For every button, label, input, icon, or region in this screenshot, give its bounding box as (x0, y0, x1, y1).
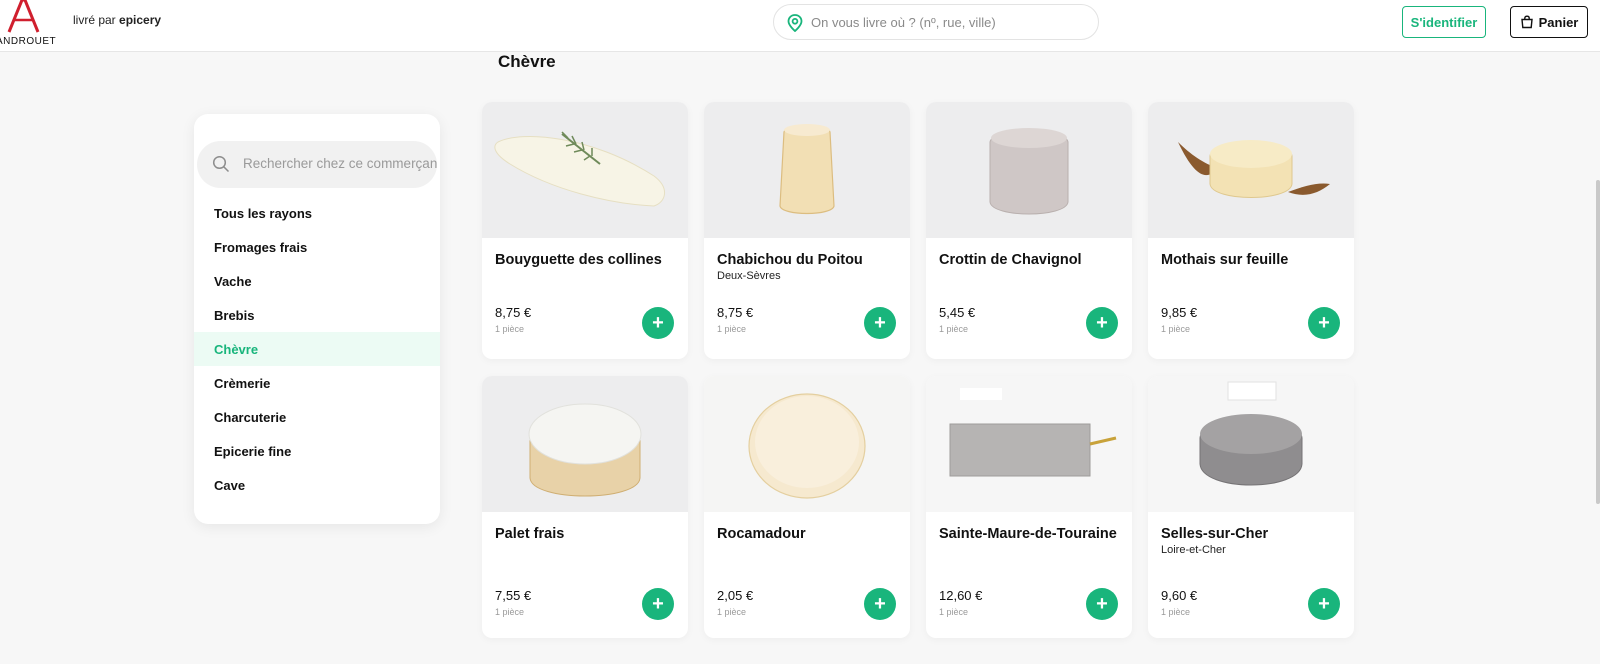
product-unit: 1 pièce (717, 607, 747, 617)
product-card[interactable]: Selles-sur-Cher Loire-et-Cher 9,60 € 1 p… (1148, 376, 1354, 638)
product-image[interactable] (926, 376, 1132, 512)
product-card[interactable]: Mothais sur feuille 9,85 € 1 pièce + (1148, 102, 1354, 359)
product-unit: 1 pièce (495, 607, 525, 617)
cart-label: Panier (1538, 14, 1579, 30)
add-to-cart-button[interactable]: + (864, 588, 896, 620)
shop-search-input[interactable]: Rechercher chez ce commerçant (197, 141, 437, 188)
delivery-tagline: livré par epicery (73, 13, 161, 27)
product-name[interactable]: Mothais sur feuille (1161, 248, 1341, 272)
add-to-cart-button[interactable]: + (642, 307, 674, 339)
category-sidebar: Rechercher chez ce commerçant Tous les r… (194, 114, 440, 524)
product-price: 9,85 € (1161, 305, 1198, 320)
page-scrollbar[interactable] (1596, 180, 1600, 504)
product-price: 8,75 € (495, 305, 532, 320)
product-origin: Loire-et-Cher (1161, 544, 1226, 556)
product-price: 5,45 € (939, 305, 976, 320)
shopping-bag-icon (1520, 15, 1533, 29)
product-image[interactable] (704, 102, 910, 238)
add-to-cart-button[interactable]: + (864, 307, 896, 339)
category-brebis[interactable]: Brebis (194, 298, 440, 332)
category-vache[interactable]: Vache (194, 264, 440, 298)
product-image[interactable] (926, 102, 1132, 238)
brand-name: ANDROUET (0, 36, 57, 47)
category-epicerie-fine[interactable]: Epicerie fine (194, 434, 440, 468)
product-price: 12,60 € (939, 588, 983, 603)
product-card[interactable]: Rocamadour 2,05 € 1 pièce + (704, 376, 910, 638)
add-to-cart-button[interactable]: + (1086, 307, 1118, 339)
section-title: Chèvre (498, 52, 556, 71)
address-placeholder: On vous livre où ? (nº, rue, ville) (811, 15, 996, 30)
add-to-cart-button[interactable]: + (1308, 307, 1340, 339)
top-header: ANDROUET livré par epicery On vous livre… (0, 0, 1600, 52)
add-to-cart-button[interactable]: + (1308, 588, 1340, 620)
product-name[interactable]: Sainte-Maure-de-Touraine (939, 522, 1119, 546)
cart-button[interactable]: Panier (1510, 6, 1588, 38)
product-price: 2,05 € (717, 588, 754, 603)
search-placeholder: Rechercher chez ce commerçant (243, 156, 437, 171)
product-image[interactable] (482, 102, 688, 238)
product-origin: Deux-Sèvres (717, 270, 781, 282)
search-icon (212, 155, 230, 173)
product-image[interactable] (1148, 102, 1354, 238)
product-unit: 1 pièce (495, 324, 525, 334)
category-cremerie[interactable]: Crèmerie (194, 366, 440, 400)
product-name[interactable]: Bouyguette des collines (495, 248, 675, 272)
category-charcuterie[interactable]: Charcuterie (194, 400, 440, 434)
product-price: 9,60 € (1161, 588, 1198, 603)
product-image[interactable] (482, 376, 688, 512)
product-unit: 1 pièce (939, 324, 969, 334)
product-card[interactable]: Sainte-Maure-de-Touraine 12,60 € 1 pièce… (926, 376, 1132, 638)
add-to-cart-button[interactable]: + (1086, 588, 1118, 620)
product-card[interactable]: Palet frais 7,55 € 1 pièce + (482, 376, 688, 638)
product-price: 8,75 € (717, 305, 754, 320)
product-card[interactable]: Bouyguette des collines 8,75 € 1 pièce + (482, 102, 688, 359)
product-name[interactable]: Palet frais (495, 522, 675, 546)
product-name[interactable]: Rocamadour (717, 522, 897, 546)
category-fromages-frais[interactable]: Fromages frais (194, 230, 440, 264)
product-price: 7,55 € (495, 588, 532, 603)
product-unit: 1 pièce (717, 324, 747, 334)
category-cave[interactable]: Cave (194, 468, 440, 502)
category-chevre[interactable]: Chèvre (194, 332, 440, 366)
tagline-brand[interactable]: epicery (119, 13, 161, 27)
product-card[interactable]: Crottin de Chavignol 5,45 € 1 pièce + (926, 102, 1132, 359)
address-input[interactable]: On vous livre où ? (nº, rue, ville) (773, 4, 1099, 40)
product-image[interactable] (1148, 376, 1354, 512)
product-name[interactable]: Selles-sur-Cher (1161, 522, 1341, 546)
product-unit: 1 pièce (1161, 607, 1191, 617)
tagline-prefix: livré par (73, 13, 116, 27)
product-name[interactable]: Chabichou du Poitou (717, 248, 897, 272)
add-to-cart-button[interactable]: + (642, 588, 674, 620)
product-name[interactable]: Crottin de Chavignol (939, 248, 1119, 272)
location-pin-icon (787, 14, 803, 32)
product-unit: 1 pièce (939, 607, 969, 617)
product-card[interactable]: Chabichou du Poitou Deux-Sèvres 8,75 € 1… (704, 102, 910, 359)
login-button[interactable]: S'identifier (1402, 6, 1486, 38)
product-image[interactable] (704, 376, 910, 512)
category-tous-les-rayons[interactable]: Tous les rayons (194, 196, 440, 230)
product-unit: 1 pièce (1161, 324, 1191, 334)
